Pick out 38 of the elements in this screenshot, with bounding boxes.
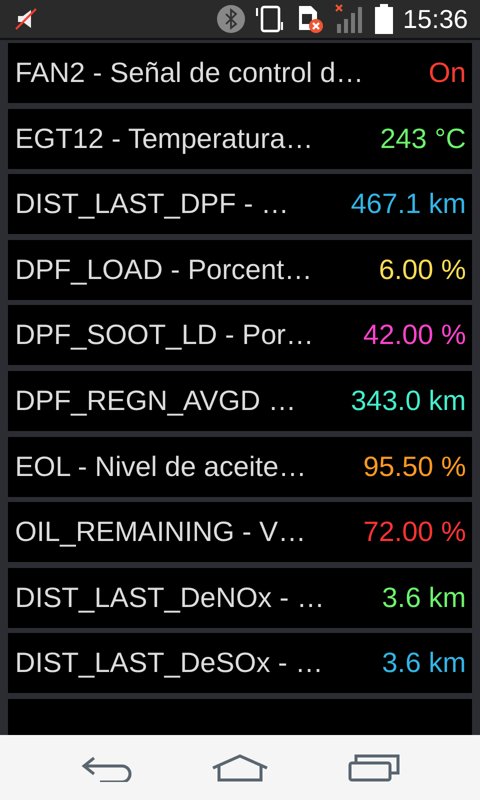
parameter-row[interactable]: OIL_REMAINING - V… 72.00 % (8, 502, 472, 562)
parameter-name: DIST_LAST_DeSOx - … (15, 647, 324, 680)
parameter-name: DIST_LAST_DPF - … (15, 188, 289, 220)
parameter-value: 42.00 % (363, 319, 466, 352)
parameter-row[interactable]: DPF_LOAD - Porcent… 6.00 % (8, 240, 472, 300)
parameter-value: 3.6 km (382, 582, 466, 614)
recent-apps-icon[interactable] (348, 754, 400, 782)
parameter-value: 343.0 km (350, 384, 466, 417)
parameter-name: EGT12 - Temperatura… (15, 122, 314, 155)
muted-speaker-icon (14, 7, 38, 31)
parameter-row[interactable]: DPF_SOOT_LD - Por… 42.00 % (8, 305, 472, 366)
parameter-value: On (428, 57, 466, 89)
parameter-row[interactable]: DIST_LAST_DeSOx - … 3.6 km (8, 633, 472, 694)
parameter-name: DPF_SOOT_LD - Por… (15, 319, 314, 352)
parameter-name: OIL_REMAINING - V… (15, 516, 306, 548)
parameter-row[interactable]: EOL - Nivel de aceite… 95.50 % (8, 436, 472, 497)
parameter-row[interactable]: FAN2 - Señal de control d… On (8, 43, 472, 103)
parameter-value: 6.00 % (378, 254, 466, 286)
parameter-name: EOL - Nivel de aceite… (15, 450, 307, 483)
parameter-name: FAN2 - Señal de control d… (15, 57, 364, 89)
parameter-row[interactable]: DPF_REGN_AVGD … 343.0 km (8, 370, 472, 431)
parameter-value: 467.1 km (350, 188, 466, 220)
signal-no-service-icon (334, 4, 365, 34)
parameter-row[interactable]: DIST_LAST_DPF - … 467.1 km (8, 174, 472, 234)
parameter-value: 243 °C (380, 122, 466, 155)
parameter-name: DPF_REGN_AVGD … (15, 384, 296, 417)
bluetooth-icon (216, 5, 245, 33)
parameter-name: DIST_LAST_DeNOx - … (15, 582, 325, 614)
parameter-value: 3.6 km (382, 647, 466, 680)
parameter-name: DPF_LOAD - Porcent… (15, 254, 312, 286)
parameter-value: 72.00 % (363, 516, 466, 548)
home-icon[interactable] (210, 754, 269, 782)
clock: 15:36 (402, 4, 468, 34)
parameter-row[interactable]: EGT12 - Temperatura… 243 °C (8, 108, 472, 169)
sim-card-error-icon (296, 4, 325, 34)
parameter-row[interactable]: DIST_LAST_DeNOx - … 3.6 km (8, 568, 472, 628)
battery-icon (374, 4, 393, 34)
parameter-value: 95.50 % (363, 450, 466, 483)
